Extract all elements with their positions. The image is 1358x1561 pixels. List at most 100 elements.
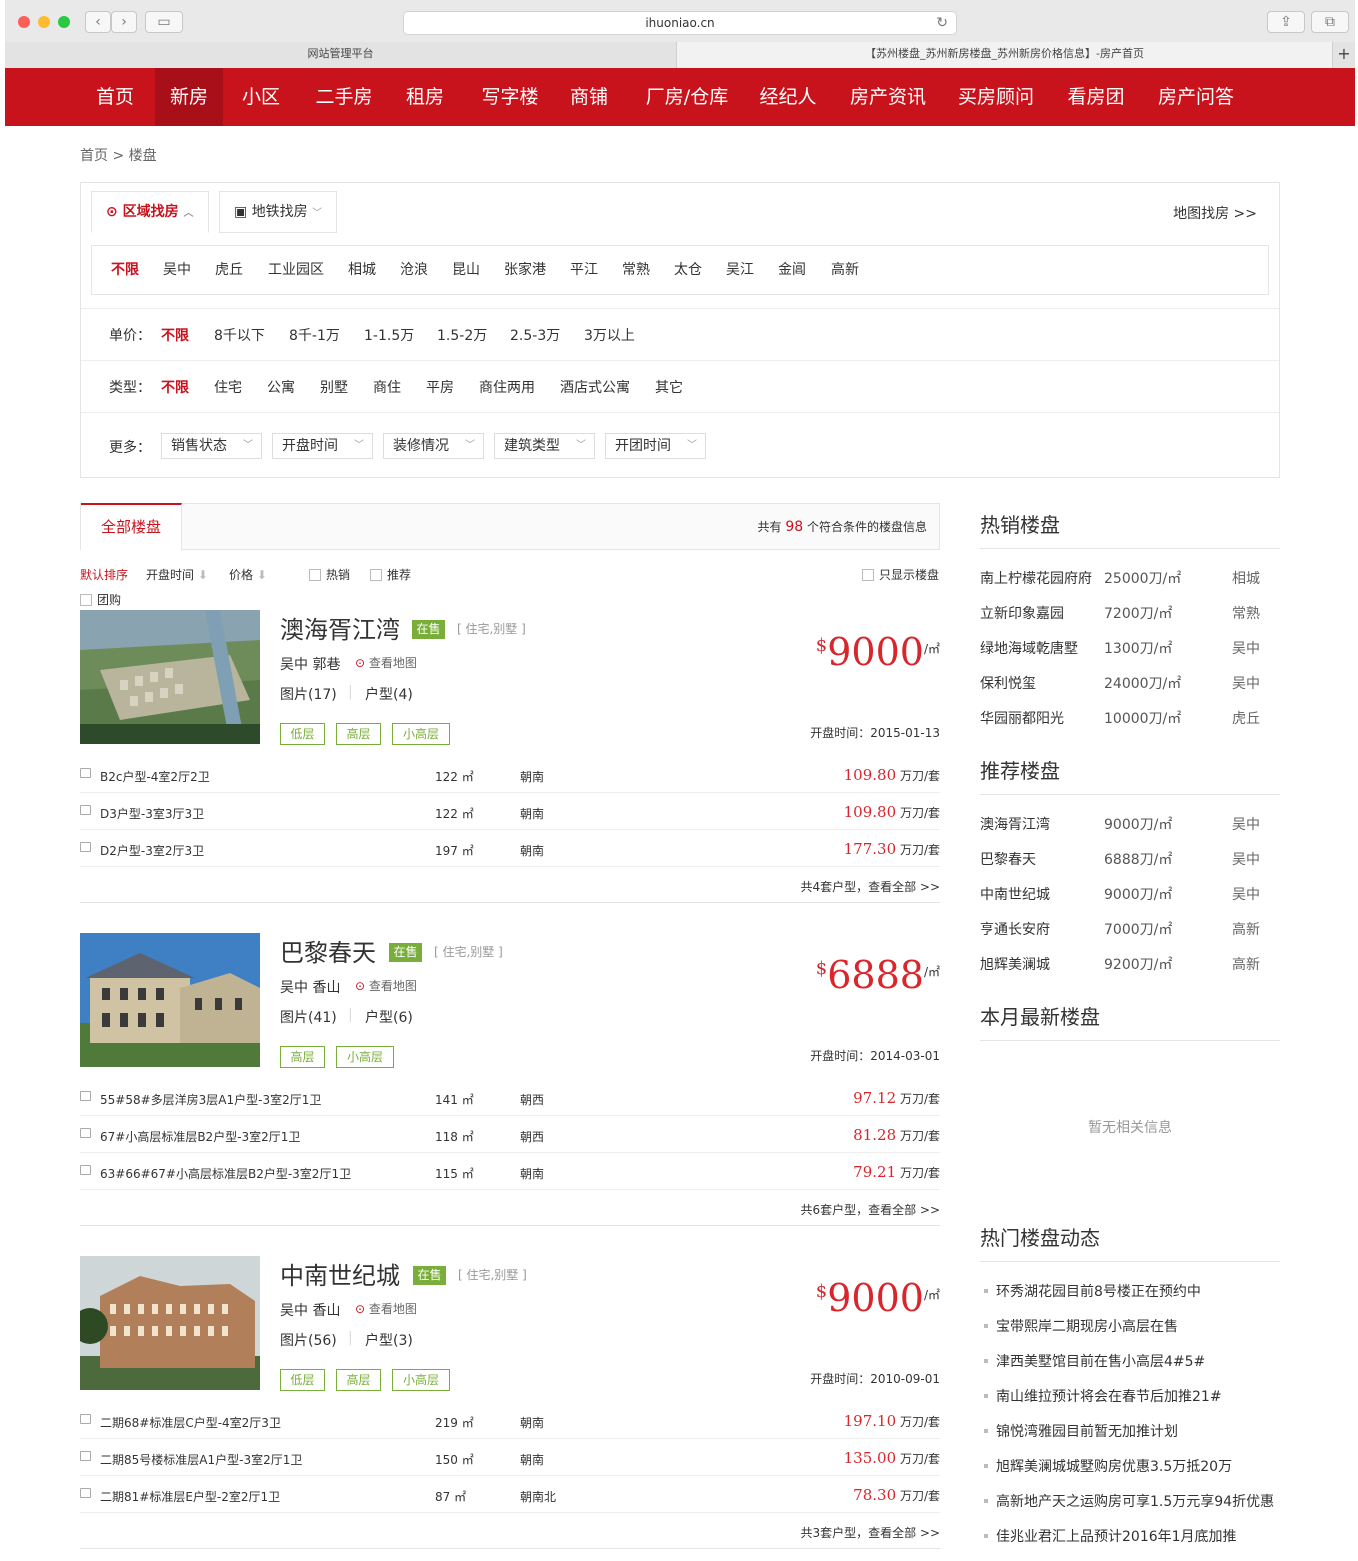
url-bar[interactable]: ihuoniao.cn ↻	[403, 11, 957, 35]
view-map-link[interactable]: ⊙ 查看地图	[355, 654, 417, 671]
minimize-window-button[interactable]	[38, 16, 50, 28]
browser-tab-2-active[interactable]: 【苏州楼盘_苏州新房楼盘_苏州新房价格信息】-房产首页	[677, 42, 1333, 68]
price-option[interactable]: 3万以上	[584, 325, 635, 345]
checkbox[interactable]	[862, 569, 874, 581]
region-option[interactable]: 太仓	[674, 246, 702, 294]
view-map-link[interactable]: ⊙ 查看地图	[355, 1300, 417, 1317]
tab-region-search[interactable]: ⊙ 区域找房 ︿	[91, 191, 209, 233]
nav-tour-group[interactable]: 看房团	[1061, 68, 1131, 126]
nav-rent[interactable]: 租房	[397, 68, 453, 126]
tabs-overview-button[interactable]: ⧉	[1311, 11, 1349, 33]
news-item[interactable]: 锦悦湾雅园目前暂无加推计划	[980, 1421, 1178, 1441]
news-item[interactable]: 高新地产天之运购房可享1.5万元享94折优惠	[980, 1491, 1274, 1511]
region-option[interactable]: 虎丘	[215, 246, 243, 294]
checkbox[interactable]	[309, 569, 321, 581]
reload-icon[interactable]: ↻	[936, 12, 948, 34]
sort-default[interactable]: 默认排序	[80, 566, 128, 583]
news-item[interactable]: 佳兆业君汇上品预计2016年1月底加推	[980, 1526, 1237, 1546]
news-item[interactable]: 宝带熙岸二期现房小高层在售	[980, 1316, 1178, 1336]
price-option[interactable]: 1.5-2万	[437, 325, 487, 345]
unit-row[interactable]: 55#58#多层洋房3层A1户型-3室2厅1卫 141 ㎡朝西 97.12 万刀/套	[80, 1079, 940, 1116]
region-option[interactable]: 高新	[831, 246, 859, 294]
layout-count-link[interactable]: 户型(3)	[365, 1330, 413, 1350]
region-option[interactable]: 沧浪	[400, 246, 428, 294]
sort-open-time[interactable]: 开盘时间 ⬇	[146, 566, 208, 583]
unit-row[interactable]: 67#小高层标准层B2户型-3室2厅1卫 118 ㎡朝西 81.28 万刀/套	[80, 1116, 940, 1153]
back-button[interactable]: ‹	[85, 11, 111, 33]
sort-price[interactable]: 价格 ⬇	[229, 566, 267, 583]
listing-photo[interactable]	[80, 1256, 260, 1390]
filter-group-checkbox[interactable]: 团购	[80, 591, 121, 608]
region-option[interactable]: 平江	[570, 246, 598, 294]
price-option[interactable]: 8千-1万	[289, 325, 340, 345]
unit-row[interactable]: 二期81#标准层E户型-2室2厅1卫 87 ㎡朝南北 78.30 万刀/套	[80, 1476, 940, 1513]
region-option[interactable]: 金阊	[778, 246, 806, 294]
price-option[interactable]: 2.5-3万	[510, 325, 560, 345]
share-button[interactable]: ⇪	[1267, 11, 1305, 33]
price-option[interactable]: 不限	[161, 325, 189, 345]
filter-recommended-checkbox[interactable]: 推荐	[370, 566, 411, 583]
nav-warehouse[interactable]: 厂房/仓库	[635, 68, 739, 126]
map-search-link[interactable]: 地图找房 >>	[1173, 203, 1257, 223]
view-all-layouts-link[interactable]: 共3套户型，查看全部 >>	[800, 1524, 940, 1541]
building-type-dropdown[interactable]: 建筑类型 ﹀	[494, 433, 595, 459]
region-option[interactable]: 相城	[348, 246, 376, 294]
layout-count-link[interactable]: 户型(4)	[365, 684, 413, 704]
listing-title[interactable]: 澳海胥江湾	[280, 610, 400, 645]
region-option[interactable]: 不限	[111, 246, 139, 294]
photo-count-link[interactable]: 图片(17)	[280, 684, 337, 704]
nav-office[interactable]: 写字楼	[471, 68, 549, 126]
checkbox[interactable]	[370, 569, 382, 581]
photo-count-link[interactable]: 图片(56)	[280, 1330, 337, 1350]
filter-only-show-checkbox[interactable]: 只显示楼盘	[862, 566, 939, 583]
unit-row[interactable]: 二期85号楼标准层A1户型-3室2厅1卫 150 ㎡朝南 135.00 万刀/套	[80, 1439, 940, 1476]
group-time-dropdown[interactable]: 开团时间 ﹀	[605, 433, 706, 459]
tab-subway-search[interactable]: ▣ 地铁找房 ﹀	[219, 191, 337, 233]
sidebar-toggle-button[interactable]: ▭	[145, 11, 183, 33]
nav-shops[interactable]: 商铺	[561, 68, 617, 126]
news-item[interactable]: 津西美墅馆目前在售小高层4#5#	[980, 1351, 1205, 1371]
region-option[interactable]: 张家港	[504, 246, 546, 294]
type-option[interactable]: 商住	[373, 377, 401, 397]
unit-row[interactable]: 63#66#67#小高层标准层B2户型-3室2厅1卫 115 ㎡朝南 79.21 万…	[80, 1153, 940, 1190]
region-option[interactable]: 工业园区	[268, 246, 324, 294]
nav-communities[interactable]: 小区	[233, 68, 289, 126]
type-option[interactable]: 住宅	[214, 377, 242, 397]
region-option[interactable]: 常熟	[622, 246, 650, 294]
price-option[interactable]: 1-1.5万	[364, 325, 414, 345]
breadcrumb[interactable]: 首页 > 楼盘	[80, 145, 157, 165]
open-time-dropdown[interactable]: 开盘时间 ﹀	[272, 433, 373, 459]
maximize-window-button[interactable]	[58, 16, 70, 28]
unit-row[interactable]: B2c户型-4室2厅2卫 122 ㎡朝南 109.80 万刀/套	[80, 756, 940, 793]
tab-all-listings[interactable]: 全部楼盘	[81, 503, 182, 550]
checkbox[interactable]	[80, 594, 92, 606]
unit-row[interactable]: D3户型-3室3厅3卫 122 ㎡朝南 109.80 万刀/套	[80, 793, 940, 830]
new-tab-button[interactable]: +	[1333, 42, 1355, 68]
photo-count-link[interactable]: 图片(41)	[280, 1007, 337, 1027]
forward-button[interactable]: ›	[111, 11, 137, 33]
type-option[interactable]: 商住两用	[479, 377, 535, 397]
view-all-layouts-link[interactable]: 共4套户型，查看全部 >>	[800, 878, 940, 895]
nav-agents[interactable]: 经纪人	[753, 68, 823, 126]
unit-row[interactable]: 二期68#标准层C户型-4室2厅3卫 219 ㎡朝南 197.10 万刀/套	[80, 1402, 940, 1439]
region-option[interactable]: 吴江	[726, 246, 754, 294]
listing-photo[interactable]	[80, 610, 260, 744]
nav-new-homes[interactable]: 新房	[155, 68, 223, 126]
sale-status-dropdown[interactable]: 销售状态 ﹀	[161, 433, 262, 459]
price-option[interactable]: 8千以下	[214, 325, 265, 345]
nav-home[interactable]: 首页	[85, 68, 145, 126]
listing-title[interactable]: 巴黎春天	[280, 933, 376, 968]
nav-qa[interactable]: 房产问答	[1151, 68, 1241, 126]
type-option[interactable]: 公寓	[267, 377, 295, 397]
nav-news[interactable]: 房产资讯	[843, 68, 933, 126]
type-option[interactable]: 酒店式公寓	[560, 377, 630, 397]
layout-count-link[interactable]: 户型(6)	[365, 1007, 413, 1027]
listing-title[interactable]: 中南世纪城	[280, 1256, 400, 1291]
region-option[interactable]: 昆山	[452, 246, 480, 294]
nav-second-hand[interactable]: 二手房	[305, 68, 383, 126]
view-map-link[interactable]: ⊙ 查看地图	[355, 977, 417, 994]
news-item[interactable]: 环秀湖花园目前8号楼正在预约中	[980, 1281, 1201, 1301]
decoration-dropdown[interactable]: 装修情况 ﹀	[383, 433, 484, 459]
listing-photo[interactable]	[80, 933, 260, 1067]
type-option[interactable]: 其它	[655, 377, 683, 397]
